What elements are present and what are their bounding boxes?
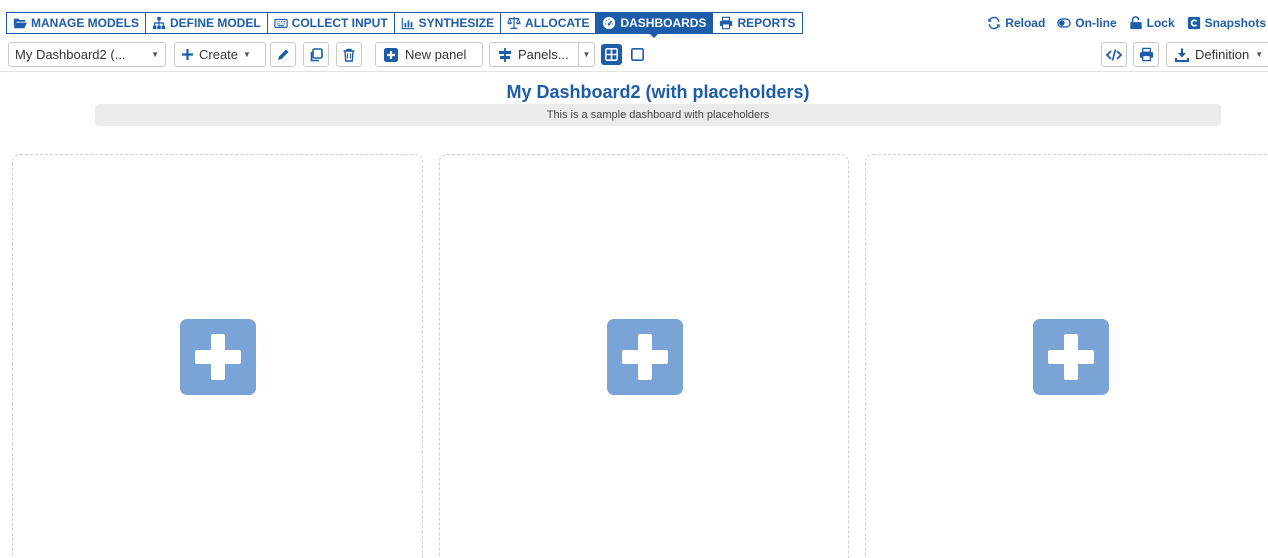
tab-label: DEFINE MODEL xyxy=(170,16,261,30)
panels-label: Panels... xyxy=(518,47,569,62)
tab-define-model[interactable]: DEFINE MODEL xyxy=(146,13,268,33)
new-panel-button[interactable]: New panel xyxy=(375,42,483,67)
top-navigation: MANAGE MODELS DEFINE MODEL COLLECT INPUT… xyxy=(0,0,1268,38)
right-nav: Reload On-line Lock Snapshots xyxy=(987,12,1268,34)
copy-icon xyxy=(310,47,323,61)
tab-dashboards[interactable]: DASHBOARDS xyxy=(596,13,714,38)
balance-scale-icon xyxy=(507,16,521,29)
dashboard-toolbar: My Dashboard2 (... ▼ Create ▼ New panel … xyxy=(0,38,1268,72)
panels-dropdown-toggle[interactable]: ▼ xyxy=(578,43,594,66)
dashboard-description: This is a sample dashboard with placehol… xyxy=(95,104,1221,126)
tachometer-icon xyxy=(603,16,616,30)
add-panel-content-button[interactable] xyxy=(1033,319,1109,395)
lock-label: Lock xyxy=(1146,16,1175,30)
snapshots-button[interactable]: Snapshots xyxy=(1187,16,1266,30)
print-icon xyxy=(1139,47,1153,62)
reload-button[interactable]: Reload xyxy=(987,16,1045,30)
tab-label: COLLECT INPUT xyxy=(291,16,388,30)
keyboard-icon xyxy=(273,18,288,28)
definition-label: Definition xyxy=(1195,47,1250,62)
delete-button[interactable] xyxy=(336,42,362,67)
grid-icon xyxy=(605,48,618,61)
duplicate-button[interactable] xyxy=(303,42,329,67)
dashboard-title: My Dashboard2 (with placeholders) xyxy=(506,82,810,102)
chevron-down-icon: ▼ xyxy=(1255,50,1264,59)
tab-label: SYNTHESIZE xyxy=(418,16,495,30)
tab-label: DASHBOARDS xyxy=(620,16,707,30)
single-layout-toggle[interactable] xyxy=(627,44,648,65)
tab-allocate[interactable]: ALLOCATE xyxy=(501,13,597,33)
panels-icon xyxy=(499,47,511,62)
create-button[interactable]: Create ▼ xyxy=(174,42,266,67)
new-panel-label: New panel xyxy=(405,47,467,62)
download-icon xyxy=(1175,48,1189,62)
camera-icon xyxy=(1187,16,1200,30)
sitemap-icon xyxy=(152,16,166,30)
bar-chart-icon xyxy=(401,17,414,30)
pencil-icon xyxy=(278,49,289,60)
tab-label: ALLOCATE xyxy=(525,16,590,30)
chevron-down-icon: ▼ xyxy=(243,50,251,59)
tab-synthesize[interactable]: SYNTHESIZE xyxy=(395,13,502,33)
tab-manage-models[interactable]: MANAGE MODELS xyxy=(7,13,146,33)
reload-label: Reload xyxy=(1005,16,1046,30)
plus-square-icon xyxy=(384,47,398,62)
chevron-down-icon: ▼ xyxy=(582,50,591,59)
folder-open-icon xyxy=(13,18,27,29)
dashboard-select[interactable]: My Dashboard2 (... ▼ xyxy=(8,42,166,67)
grid-layout-toggle[interactable] xyxy=(601,44,622,65)
refresh-icon xyxy=(988,16,1000,30)
plus-icon xyxy=(182,49,193,60)
trash-icon xyxy=(343,48,355,62)
add-panel-content-button[interactable] xyxy=(180,319,256,395)
create-label: Create xyxy=(199,47,239,62)
source-code-button[interactable] xyxy=(1101,42,1127,67)
panels-menu-button[interactable]: Panels... ▼ xyxy=(489,42,595,67)
tab-reports[interactable]: REPORTS xyxy=(713,13,801,33)
print-icon xyxy=(720,16,733,30)
dashboard-select-value: My Dashboard2 (... xyxy=(15,47,126,62)
tab-collect-input[interactable]: COLLECT INPUT xyxy=(268,13,395,33)
print-button[interactable] xyxy=(1133,42,1159,67)
online-toggle[interactable]: On-line xyxy=(1057,16,1117,30)
snapshots-label: Snapshots xyxy=(1204,16,1266,30)
online-label: On-line xyxy=(1075,16,1117,30)
edit-button[interactable] xyxy=(270,42,296,67)
tab-label: MANAGE MODELS xyxy=(31,16,139,30)
chevron-down-icon: ▼ xyxy=(151,50,159,59)
lock-button[interactable]: Lock xyxy=(1129,16,1175,30)
tab-label: REPORTS xyxy=(737,16,796,30)
square-icon xyxy=(631,48,644,61)
add-panel-content-button[interactable] xyxy=(607,319,683,395)
toggle-icon xyxy=(1057,18,1072,28)
main-tab-bar: MANAGE MODELS DEFINE MODEL COLLECT INPUT… xyxy=(6,12,803,38)
code-icon xyxy=(1106,48,1122,61)
definition-menu-button[interactable]: Definition ▼ xyxy=(1166,42,1268,67)
unlock-icon xyxy=(1129,16,1142,30)
